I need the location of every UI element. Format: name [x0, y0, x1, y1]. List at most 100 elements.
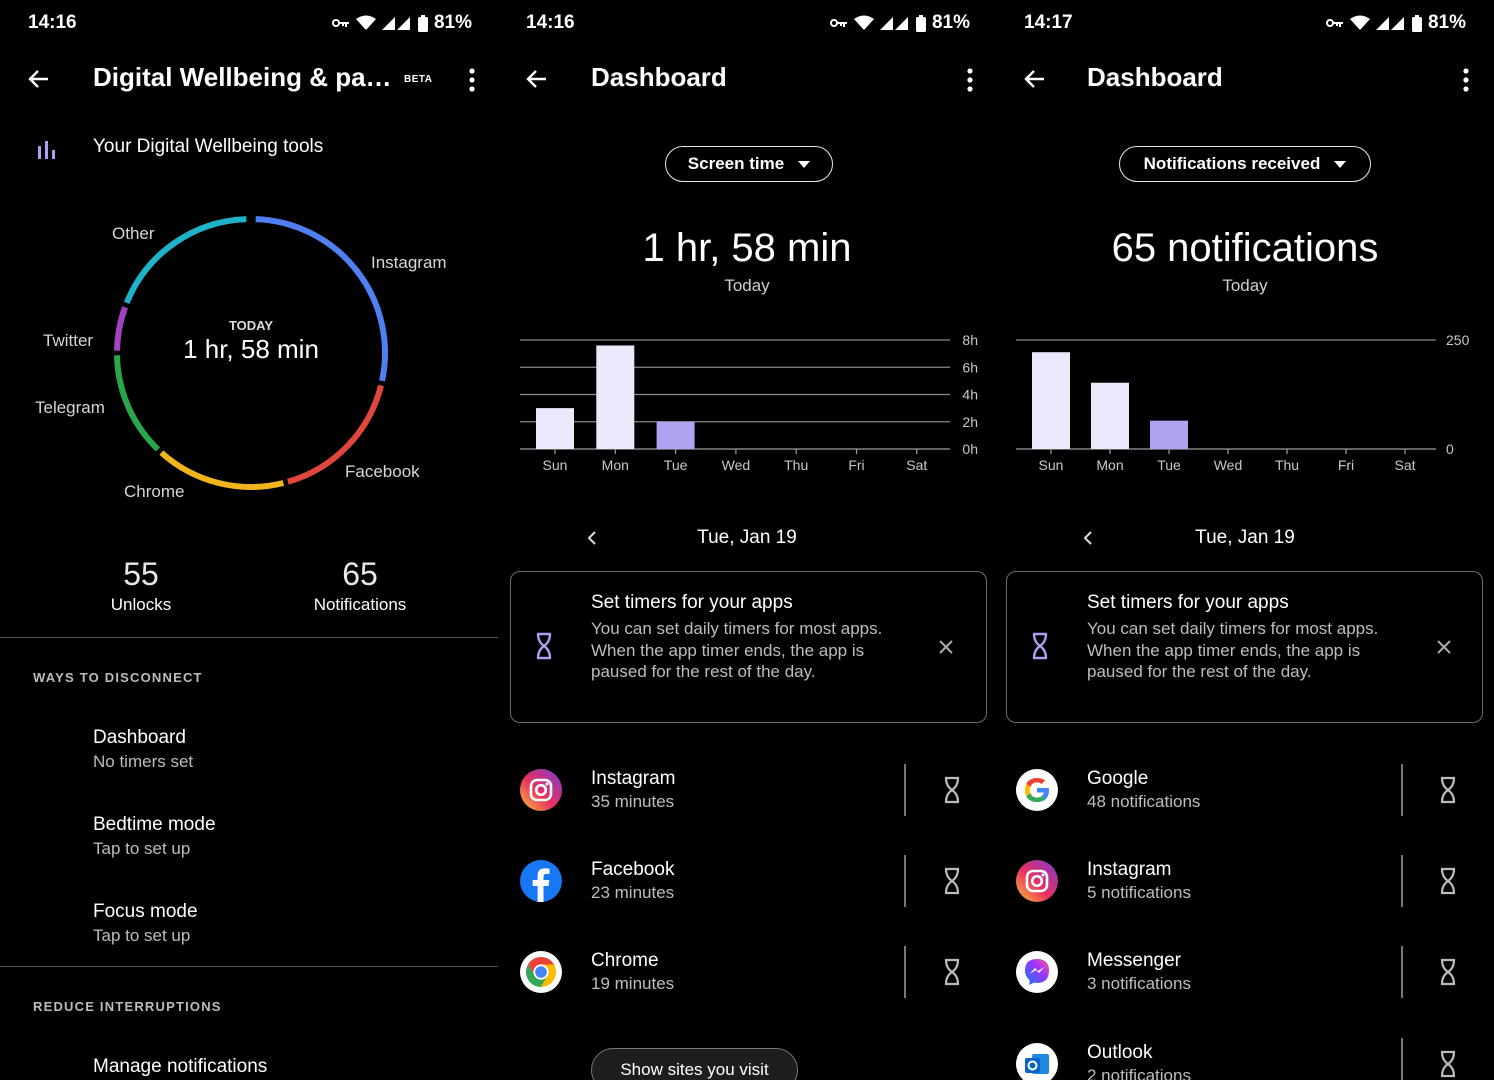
x-tick-label: Tue — [1157, 457, 1181, 473]
y-tick-label: 250 — [1446, 332, 1470, 348]
timer-suggestion-card[interactable]: Set timers for your apps You can set dai… — [510, 571, 987, 723]
back-button[interactable] — [22, 62, 56, 96]
bar-tue[interactable] — [1150, 420, 1188, 449]
app-row-messenger[interactable]: Messenger 3 notifications — [996, 946, 1494, 998]
hourglass-icon — [535, 632, 553, 665]
bedtime-mode-item[interactable]: Bedtime mode Tap to set up — [93, 814, 216, 859]
ring-label-chrome: Chrome — [124, 482, 185, 501]
ring-caption: TODAY — [228, 318, 274, 333]
status-icons: 81% — [331, 12, 472, 34]
y-tick-label: 0 — [1446, 441, 1454, 457]
app-timer-button[interactable] — [938, 958, 966, 986]
ring-label-twitter: Twitter — [43, 331, 94, 350]
y-tick-label: 0h — [962, 441, 978, 457]
x-tick-label: Sat — [1394, 457, 1415, 473]
app-row-instagram[interactable]: Instagram 5 notifications — [996, 855, 1494, 907]
show-sites-button[interactable]: Show sites you visit — [591, 1048, 798, 1080]
page-title: Dashboard — [591, 62, 727, 92]
app-row-outlook[interactable]: Outlook 2 notifications — [996, 1038, 1494, 1080]
dismiss-card-button[interactable] — [935, 636, 957, 658]
notifications-stat[interactable]: 65 Notifications — [280, 556, 440, 615]
bar-sun[interactable] — [1032, 352, 1070, 449]
app-row-chrome[interactable]: Chrome 19 minutes — [498, 946, 996, 998]
bar-mon[interactable] — [596, 345, 635, 449]
app-row-facebook[interactable]: Facebook 23 minutes — [498, 855, 996, 907]
hourglass-icon — [944, 776, 960, 804]
app-timer-button[interactable] — [1434, 958, 1462, 986]
app-timer-button[interactable] — [938, 776, 966, 804]
x-tick-label: Thu — [784, 457, 808, 473]
back-button[interactable] — [520, 62, 554, 96]
bar-sun[interactable] — [536, 408, 574, 449]
app-row-google[interactable]: Google 48 notifications — [996, 764, 1494, 816]
more-vert-icon — [1463, 68, 1469, 92]
x-tick-label: Mon — [602, 457, 629, 473]
ring-segment-telegram — [114, 355, 161, 452]
dismiss-card-button[interactable] — [1433, 636, 1455, 658]
page-title: Dashboard — [1087, 62, 1223, 92]
divider — [904, 764, 906, 816]
battery-percent: 81% — [1427, 12, 1466, 33]
app-timer-button[interactable] — [938, 867, 966, 895]
hourglass-icon — [944, 958, 960, 986]
x-tick-label: Fri — [1338, 457, 1354, 473]
back-arrow-icon — [1024, 70, 1044, 88]
more-options-button[interactable] — [1452, 62, 1480, 98]
dashboard-item[interactable]: Dashboard No timers set — [93, 727, 193, 772]
divider — [1401, 946, 1403, 998]
hourglass-icon — [1031, 632, 1049, 665]
outlook-icon — [1016, 1043, 1058, 1080]
screen-time-dashboard-panel: 14:16 81% Dashboard Screen time 1 hr, 58… — [498, 0, 996, 1080]
usage-ring[interactable]: TODAY 1 hr, 58 min — [112, 214, 390, 492]
screen-time-bar-chart[interactable]: 8h 6h 4h 2h 0h Sun Mon Tue Wed Thu Fri Sat — [498, 320, 996, 480]
metric-dropdown[interactable]: Notifications received — [1119, 146, 1371, 182]
app-name: Chrome — [591, 950, 659, 971]
wellbeing-panel: 14:16 81% Digital Wellbeing & pa… BETA Y… — [0, 0, 498, 1080]
signal-icon — [381, 17, 410, 30]
dashboard-item-sub: No timers set — [93, 752, 194, 771]
bedtime-mode-sub: Tap to set up — [93, 839, 191, 858]
timer-suggestion-card[interactable]: Set timers for your apps You can set dai… — [1006, 571, 1483, 723]
metric-dropdown[interactable]: Screen time — [665, 146, 833, 182]
notifications-count-value: 65 notifications — [1111, 226, 1379, 270]
app-timer-button[interactable] — [1434, 1050, 1462, 1078]
bar-mon[interactable] — [1091, 382, 1129, 449]
app-name: Google — [1087, 768, 1149, 789]
x-tick-label: Sat — [906, 457, 927, 473]
status-icons: 81% — [829, 12, 970, 34]
facebook-icon — [520, 860, 562, 907]
battery-percent: 81% — [931, 12, 970, 33]
bar-tue[interactable] — [656, 421, 695, 449]
x-tick-label: Thu — [1275, 457, 1299, 473]
more-vert-icon — [967, 68, 973, 92]
unlocks-value: 55 — [123, 556, 159, 592]
x-tick-label: Fri — [848, 457, 864, 473]
hourglass-icon — [1440, 776, 1456, 804]
dropdown-arrow-icon — [1334, 160, 1347, 168]
bar-chart-icon — [37, 140, 57, 165]
app-notifications: 3 notifications — [1087, 974, 1191, 993]
app-row-instagram[interactable]: Instagram 35 minutes — [498, 764, 996, 816]
focus-mode-item[interactable]: Focus mode Tap to set up — [93, 901, 198, 946]
app-timer-button[interactable] — [1434, 776, 1462, 804]
vpn-key-icon — [1325, 19, 1343, 27]
more-options-button[interactable] — [458, 62, 486, 98]
app-usage: 19 minutes — [591, 974, 675, 993]
manage-notifications-item[interactable]: Manage notifications — [93, 1056, 267, 1078]
chrome-icon — [520, 951, 562, 998]
notifications-bar-chart[interactable]: 250 0 Sun Mon Tue Wed Thu Fri Sat — [996, 320, 1494, 480]
app-name: Facebook — [591, 859, 675, 880]
back-button[interactable] — [1018, 62, 1052, 96]
more-options-button[interactable] — [956, 62, 984, 98]
date-label: Tue, Jan 19 — [697, 527, 797, 548]
today-label: Today — [724, 276, 770, 295]
battery-icon — [915, 14, 926, 32]
ring-label-other: Other — [112, 224, 155, 243]
x-tick-label: Wed — [722, 457, 751, 473]
hourglass-icon — [1440, 958, 1456, 986]
divider — [1401, 855, 1403, 907]
unlocks-stat[interactable]: 55 Unlocks — [60, 556, 222, 615]
unlocks-label: Unlocks — [110, 595, 172, 614]
x-tick-label: Wed — [1214, 457, 1243, 473]
app-timer-button[interactable] — [1434, 867, 1462, 895]
